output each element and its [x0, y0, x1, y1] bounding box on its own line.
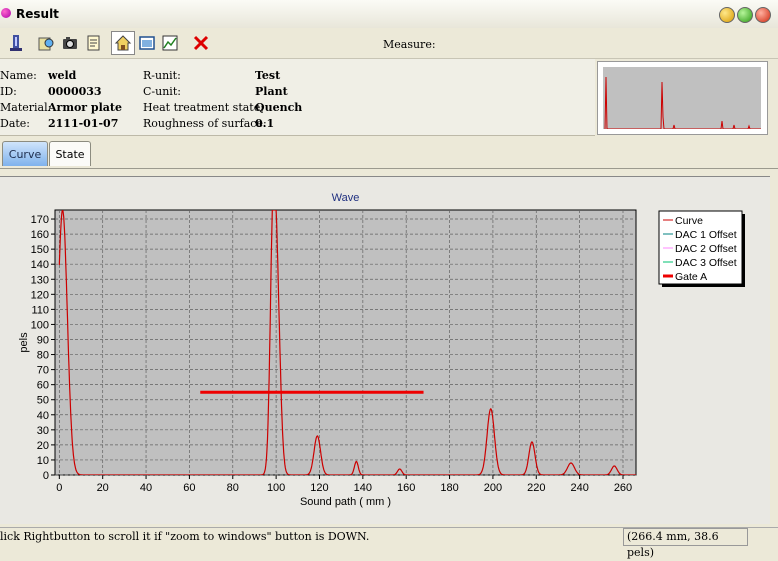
y-tick-label: 100	[31, 319, 49, 331]
tab-curve[interactable]: Curve	[2, 141, 48, 166]
home-icon[interactable]	[111, 31, 135, 55]
y-tick-label: 150	[31, 244, 49, 256]
legend-label: Curve	[675, 215, 703, 227]
x-tick-label: 140	[354, 482, 372, 494]
material-label: Material:	[0, 101, 52, 114]
close-button[interactable]	[755, 7, 771, 23]
maximize-button[interactable]	[737, 7, 753, 23]
y-tick-label: 80	[37, 350, 49, 362]
chart-panel: Wave 0 20 40 60 80 100 120 140 160 180 200 220 240 260…	[0, 176, 770, 524]
roughness-label: Roughness of surface:	[143, 117, 267, 130]
app-icon	[1, 8, 11, 18]
heat-treatment-label: Heat treatment state:	[143, 101, 264, 114]
status-coords: (266.4 mm, 38.6 pels)	[623, 528, 748, 559]
y-axis-label: pels	[18, 332, 30, 353]
chart-title: Wave	[332, 192, 360, 204]
legend-label: DAC 3 Offset	[675, 257, 737, 269]
y-tick-label: 120	[31, 289, 49, 301]
tab-state[interactable]: State	[49, 141, 91, 166]
tab-bar: Curve State	[0, 138, 778, 169]
x-tick-label: 60	[183, 482, 195, 494]
status-bar: lick Rightbutton to scroll it if "zoom t…	[0, 527, 778, 559]
x-tick-label: 20	[97, 482, 109, 494]
x-tick-label: 180	[440, 482, 458, 494]
x-tick-label: 260	[614, 482, 632, 494]
date-label: Date:	[0, 117, 31, 130]
y-tick-label: 130	[31, 274, 49, 286]
waveform-thumbnail[interactable]	[597, 61, 768, 135]
heat-treatment-value: Quench	[255, 101, 303, 114]
x-axis-label: Sound path ( mm )	[300, 496, 391, 508]
y-tick-label: 10	[37, 455, 49, 467]
legend-label: DAC 1 Offset	[675, 229, 737, 241]
y-tick-label: 60	[37, 380, 49, 392]
plot-area	[54, 209, 637, 476]
minimize-button[interactable]	[719, 7, 735, 23]
y-tick-label: 20	[37, 440, 49, 452]
y-tick-label: 90	[37, 334, 49, 346]
camera-icon[interactable]	[58, 31, 82, 55]
x-tick-label: 160	[397, 482, 415, 494]
title-bar: Result	[0, 0, 778, 29]
window-icon[interactable]	[135, 31, 159, 55]
roughness-value: 0.1	[255, 117, 275, 130]
material-value: Armor plate	[48, 101, 123, 114]
status-hint: lick Rightbutton to scroll it if "zoom t…	[0, 530, 370, 543]
report-icon[interactable]	[82, 31, 106, 55]
x-tick-label: 240	[570, 482, 588, 494]
y-tick-label: 30	[37, 425, 49, 437]
name-label: Name:	[0, 69, 37, 82]
wave-chart[interactable]: Wave0 20 40 60 80 100 120 140 160 180 200 220 240 260…	[0, 177, 770, 522]
chart-icon[interactable]	[158, 31, 182, 55]
x-tick-label: 100	[267, 482, 285, 494]
c-unit-label: C-unit:	[143, 85, 181, 98]
legend-label: Gate A	[675, 271, 707, 283]
y-tick-label: 110	[31, 304, 49, 316]
x-tick-label: 80	[227, 482, 239, 494]
thumbnail-waveform	[604, 76, 761, 130]
y-tick-label: 40	[37, 410, 49, 422]
c-unit-value: Plant	[255, 85, 288, 98]
x-tick-label: 40	[140, 482, 152, 494]
y-tick-label: 70	[37, 365, 49, 377]
y-tick-label: 160	[31, 229, 49, 241]
delete-icon[interactable]	[189, 31, 213, 55]
name-value: weld	[48, 69, 77, 82]
r-unit-label: R-unit:	[143, 69, 181, 82]
toolbar: Measure:	[0, 28, 778, 59]
legend-label: DAC 2 Offset	[675, 243, 737, 255]
y-tick-label: 170	[31, 214, 49, 226]
x-tick-label: 120	[310, 482, 328, 494]
x-tick-label: 220	[527, 482, 545, 494]
date-value: 2111-01-07	[48, 117, 119, 130]
y-tick-label: 50	[37, 395, 49, 407]
probe-icon[interactable]	[4, 31, 28, 55]
y-tick-label: 140	[31, 259, 49, 271]
id-label: ID:	[0, 85, 17, 98]
x-tick-label: 200	[484, 482, 502, 494]
open-icon[interactable]	[34, 31, 58, 55]
x-tick-label: 0	[56, 482, 62, 494]
window-title: Result	[16, 7, 59, 21]
id-value: 0000033	[48, 85, 102, 98]
r-unit-value: Test	[255, 69, 281, 82]
measure-label: Measure:	[383, 38, 436, 51]
y-tick-label: 0	[43, 470, 49, 482]
info-panel: Name: weld R-unit: Test ID: 0000033 C-un…	[0, 59, 595, 136]
